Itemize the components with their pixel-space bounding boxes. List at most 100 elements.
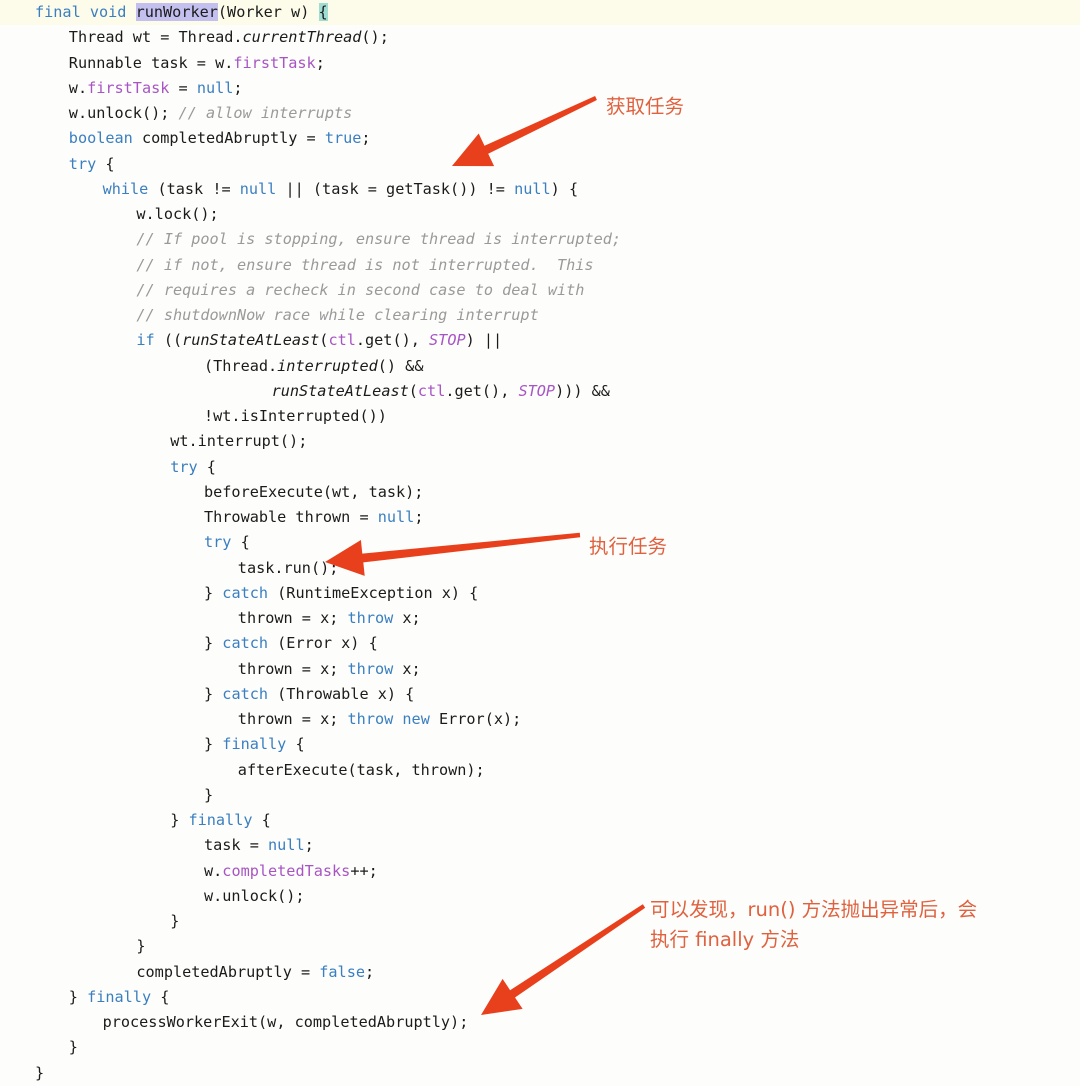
code-line-content: } — [35, 786, 213, 804]
code-line-content: task = null; — [35, 836, 314, 854]
code-line: Throwable thrown = null; — [0, 505, 1080, 530]
code-line: } — [0, 783, 1080, 808]
code-line-content: } — [35, 937, 146, 956]
code-line: wt.interrupt(); — [0, 429, 1080, 454]
code-line-content: // if not, ensure thread is not interrup… — [35, 256, 593, 274]
code-token: true — [324, 129, 362, 148]
code-line: Thread wt = Thread.currentThread(); — [0, 25, 1080, 50]
code-token: void — [89, 3, 127, 21]
code-line-content: try { — [35, 533, 250, 551]
code-token: ))) && — [555, 381, 610, 400]
code-token: w. — [204, 861, 223, 880]
annotation-text: 执行任务 — [589, 535, 668, 558]
code-line-content: while (task != null || (task = getTask()… — [35, 179, 579, 198]
code-token: = — [169, 78, 197, 97]
code-token: new — [402, 710, 430, 728]
code-token: } — [136, 937, 146, 956]
code-line: runStateAtLeast(ctl.get(), STOP))) && — [0, 379, 1080, 404]
code-line: thrown = x; throw x; — [0, 657, 1080, 682]
code-line-content: } catch (Throwable x) { — [35, 685, 414, 703]
code-line-content: } — [35, 912, 179, 930]
code-line-content: runStateAtLeast(ctl.get(), STOP))) && — [35, 382, 610, 400]
code-line-content: boolean completedAbruptly = true; — [35, 129, 371, 147]
code-token: throw — [347, 710, 394, 728]
code-token: (); — [361, 28, 389, 47]
code-line: task = null; — [0, 833, 1080, 858]
code-token: completedAbruptly = — [136, 962, 320, 981]
code-line-content: w.lock(); — [35, 205, 219, 223]
code-token: Throwable thrown = — [204, 508, 378, 526]
code-line: if ((runStateAtLeast(ctl.get(), STOP) || — [0, 328, 1080, 353]
code-token: ; — [233, 78, 243, 97]
code-token: null — [196, 78, 234, 97]
code-token: ctl — [417, 381, 446, 400]
code-line-content: final void runWorker(Worker w) { — [0, 0, 328, 25]
code-token: } — [204, 684, 223, 703]
code-token: (Throwable x) { — [268, 684, 415, 703]
code-token: } — [68, 987, 88, 1006]
code-line: while (task != null || (task = getTask()… — [0, 177, 1080, 202]
code-line: task.run(); — [0, 556, 1080, 581]
code-token: null — [268, 836, 305, 855]
code-line: boolean completedAbruptly = true; — [0, 126, 1080, 151]
code-token: finally — [188, 811, 253, 829]
code-token: { — [96, 154, 115, 173]
code-line: } — [0, 1061, 1080, 1086]
code-token: while — [102, 179, 149, 198]
code-line: // requires a recheck in second case to … — [0, 278, 1080, 303]
code-token: throw — [347, 609, 394, 627]
code-token: ) { — [550, 179, 579, 198]
code-line-content: } — [35, 1038, 78, 1056]
code-line: } catch (Throwable x) { — [0, 682, 1080, 707]
code-token: ; — [361, 129, 371, 148]
code-token: afterExecute(task, thrown); — [237, 760, 485, 779]
code-token: currentThread — [242, 28, 362, 47]
code-token: thrown = x; — [237, 659, 348, 678]
code-token: ; — [304, 836, 314, 855]
code-token: || (task = getTask()) != — [276, 179, 515, 198]
code-line: // if not, ensure thread is not interrup… — [0, 253, 1080, 278]
code-token: if — [136, 331, 155, 350]
code-line: thrown = x; throw new Error(x); — [0, 707, 1080, 732]
code-token: { — [231, 533, 250, 552]
code-line-content: } — [35, 1064, 44, 1082]
code-line: } finally { — [0, 985, 1080, 1010]
code-line-content: try { — [35, 458, 216, 476]
code-line: } — [0, 1035, 1080, 1060]
code-token: try — [68, 154, 97, 173]
code-token: runWorker — [135, 3, 218, 21]
code-line: w.lock(); — [0, 202, 1080, 227]
code-token: // allow interrupts — [178, 104, 353, 122]
code-line-content: thrown = x; throw new Error(x); — [35, 710, 521, 728]
code-line-content: } finally { — [35, 987, 170, 1006]
code-line: } finally { — [0, 732, 1080, 757]
code-token: // requires a recheck in second case to … — [136, 280, 585, 299]
code-token: processWorkerExit(w, completedAbruptly); — [102, 1013, 469, 1031]
code-token: ) || — [465, 331, 503, 350]
code-token: (Worker w) — [217, 3, 319, 21]
code-token: boolean — [68, 129, 133, 148]
code-line: try { — [0, 152, 1080, 177]
code-token: { — [286, 735, 305, 754]
code-token: // shutdownNow race while clearing inter… — [136, 306, 539, 324]
code-token: null — [377, 508, 415, 526]
code-token: (task != — [148, 179, 240, 198]
code-line-content: Thread wt = Thread.currentThread(); — [35, 28, 389, 46]
code-line: processWorkerExit(w, completedAbruptly); — [0, 1010, 1080, 1035]
code-line-content: afterExecute(task, thrown); — [35, 761, 485, 779]
code-token: w.unlock(); — [68, 104, 179, 122]
code-line-content: if ((runStateAtLeast(ctl.get(), STOP) || — [35, 331, 502, 349]
code-line: w.unlock(); // allow interrupts — [0, 101, 1080, 126]
code-line: (Thread.interrupted() && — [0, 354, 1080, 379]
code-token: w.lock(); — [136, 205, 219, 223]
code-token: null — [239, 179, 277, 198]
code-token: task.run(); — [237, 558, 339, 577]
code-token: task = — [204, 836, 269, 855]
code-line-content: !wt.isInterrupted()) — [35, 407, 387, 425]
code-token: !wt.isInterrupted()) — [204, 407, 387, 425]
code-line-content: beforeExecute(wt, task); — [35, 483, 423, 501]
code-token: false — [319, 962, 365, 981]
code-line-content: w.unlock(); — [35, 887, 305, 905]
code-line: !wt.isInterrupted()) — [0, 404, 1080, 429]
